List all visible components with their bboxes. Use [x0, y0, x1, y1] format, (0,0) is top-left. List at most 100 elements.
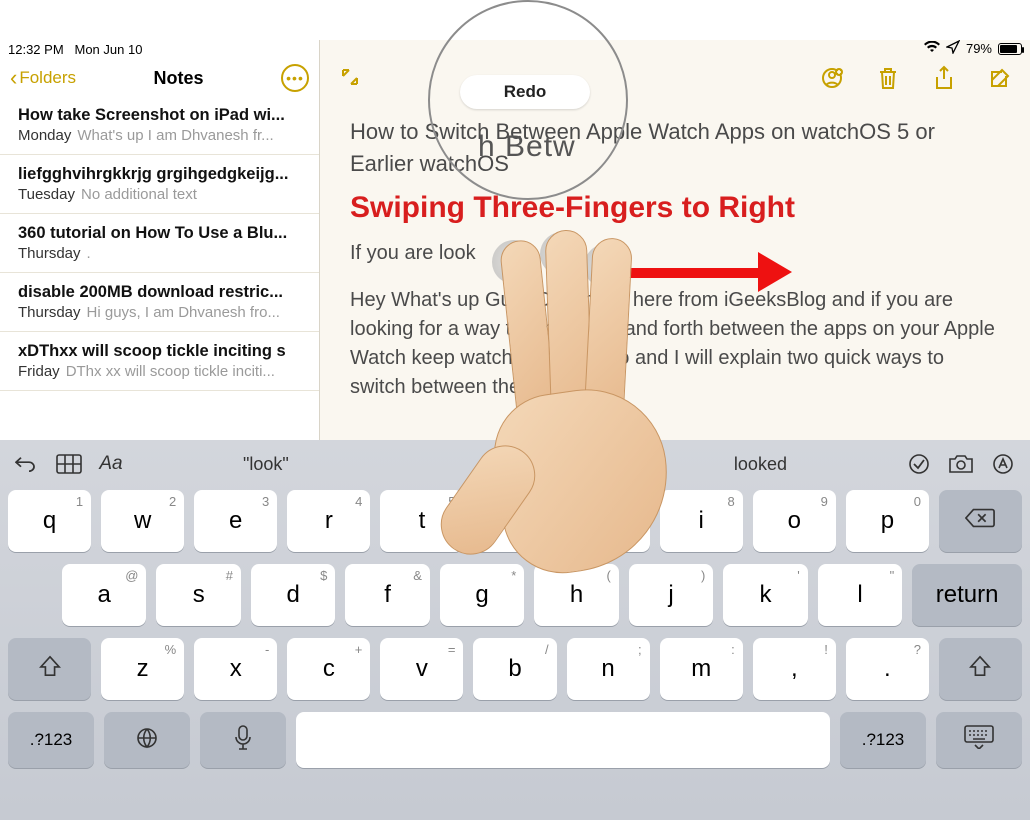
dictation-key[interactable] [200, 712, 286, 768]
share-button[interactable] [926, 60, 962, 96]
key-b[interactable]: /b [473, 638, 556, 700]
editor: How to Switch Between Apple Watch Apps o… [320, 40, 1030, 440]
key-secondary: - [265, 642, 269, 657]
key-y[interactable]: 6y [473, 490, 556, 552]
key-e[interactable]: 3e [194, 490, 277, 552]
suggestion-2[interactable]: look [495, 454, 528, 475]
shift-key-right[interactable] [939, 638, 1022, 700]
key-d[interactable]: $d [251, 564, 335, 626]
key-label: g [475, 581, 488, 609]
key-row-2: @a#s$d&f*g(h)j'k"lreturn [0, 558, 1030, 632]
key-secondary: ; [638, 642, 642, 657]
suggestion-3[interactable]: looked [734, 454, 787, 475]
mode-key-left[interactable]: .?123 [8, 712, 94, 768]
status-right: 79% [924, 40, 1022, 57]
redo-pill[interactable]: Redo [460, 75, 590, 109]
key-o[interactable]: 9o [753, 490, 836, 552]
keyboard: Aa "look" look looked 1q2w3e4r5t6y7u8i9o… [0, 440, 1030, 820]
checkmark-circle-icon[interactable] [906, 451, 932, 477]
key-secondary: 3 [262, 494, 269, 509]
editor-toolbar-right [814, 60, 1018, 96]
hide-keyboard-key[interactable] [936, 712, 1022, 768]
touch-point-1 [492, 240, 536, 284]
note-item-meta: MondayWhat's up I am Dhvanesh fr... [18, 127, 301, 144]
key-w[interactable]: 2w [101, 490, 184, 552]
note-list: How take Screenshot on iPad wi...MondayW… [0, 96, 319, 391]
key-v[interactable]: =v [380, 638, 463, 700]
return-key[interactable]: return [912, 564, 1022, 626]
key-u[interactable]: 7u [567, 490, 650, 552]
key-secondary: 7 [634, 494, 641, 509]
key-secondary: & [413, 568, 422, 583]
battery-icon [998, 43, 1022, 55]
note-item-title: liefgghvihrgkkrjg grgihgedgkeijg... [18, 165, 301, 184]
globe-key[interactable] [104, 712, 190, 768]
suggestions: "look" look looked [140, 454, 890, 475]
key-r[interactable]: 4r [287, 490, 370, 552]
key-secondary: 4 [355, 494, 362, 509]
key-h[interactable]: (h [534, 564, 618, 626]
key-t[interactable]: 5t [380, 490, 463, 552]
key-label: r [325, 507, 333, 535]
delete-button[interactable] [870, 60, 906, 96]
key-z[interactable]: %z [101, 638, 184, 700]
key-label: . [884, 655, 891, 683]
key-m[interactable]: :m [660, 638, 743, 700]
key-i[interactable]: 8i [660, 490, 743, 552]
note-item-3[interactable]: disable 200MB download restric...Thursda… [0, 273, 319, 332]
note-item-meta: FridayDThx xx will scoop tickle inciti..… [18, 363, 301, 380]
note-body[interactable]: How to Switch Between Apple Watch Apps o… [320, 96, 1030, 422]
backspace-key[interactable] [939, 490, 1022, 552]
key-q[interactable]: 1q [8, 490, 91, 552]
key-l[interactable]: "l [818, 564, 902, 626]
key-.[interactable]: ?. [846, 638, 929, 700]
space-key[interactable] [296, 712, 830, 768]
key-secondary: + [355, 642, 363, 657]
note-item-0[interactable]: How take Screenshot on iPad wi...MondayW… [0, 96, 319, 155]
key-n[interactable]: ;n [567, 638, 650, 700]
hide-keyboard-icon [964, 725, 994, 756]
note-item-snippet: Hi guys, I am Dhvanesh fro... [87, 304, 280, 321]
back-button[interactable]: ‹ Folders [10, 67, 76, 89]
key-label: h [570, 581, 583, 609]
key-secondary: " [890, 568, 895, 583]
shift-icon [969, 655, 991, 684]
key-f[interactable]: &f [345, 564, 429, 626]
markup-icon[interactable] [990, 451, 1016, 477]
expand-icon[interactable] [332, 59, 368, 95]
undo-key-icon[interactable] [14, 451, 40, 477]
key-secondary: 0 [914, 494, 921, 509]
key-secondary: 6 [541, 494, 548, 509]
shift-key-left[interactable] [8, 638, 91, 700]
table-icon[interactable] [56, 451, 82, 477]
key-k[interactable]: 'k [723, 564, 807, 626]
note-item-2[interactable]: 360 tutorial on How To Use a Blu...Thurs… [0, 214, 319, 273]
key-s[interactable]: #s [156, 564, 240, 626]
key-,[interactable]: !, [753, 638, 836, 700]
key-secondary: ) [701, 568, 705, 583]
format-aa-button[interactable]: Aa [98, 451, 124, 477]
camera-icon[interactable] [948, 451, 974, 477]
key-label: o [788, 507, 801, 535]
key-c[interactable]: +c [287, 638, 370, 700]
key-j[interactable]: )j [629, 564, 713, 626]
location-icon [946, 40, 960, 57]
keyboard-toolbar: Aa "look" look looked [0, 444, 1030, 484]
key-p[interactable]: 0p [846, 490, 929, 552]
key-row-1: 1q2w3e4r5t6y7u8i9o0p [0, 484, 1030, 558]
note-item-title: disable 200MB download restric... [18, 283, 301, 302]
touch-point-2 [540, 232, 584, 276]
key-g[interactable]: *g [440, 564, 524, 626]
mode-key-right[interactable]: .?123 [840, 712, 926, 768]
key-label: b [508, 655, 521, 683]
note-item-4[interactable]: xDThxx will scoop tickle inciting sFrida… [0, 332, 319, 391]
key-x[interactable]: -x [194, 638, 277, 700]
key-label: k [760, 581, 772, 609]
compose-button[interactable] [982, 60, 1018, 96]
key-a[interactable]: @a [62, 564, 146, 626]
suggestion-1[interactable]: "look" [243, 454, 289, 475]
key-label: m [691, 655, 711, 683]
note-item-1[interactable]: liefgghvihrgkkrjg grgihgedgkeijg...Tuesd… [0, 155, 319, 214]
more-button[interactable]: ••• [281, 64, 309, 92]
collaborate-button[interactable] [814, 60, 850, 96]
